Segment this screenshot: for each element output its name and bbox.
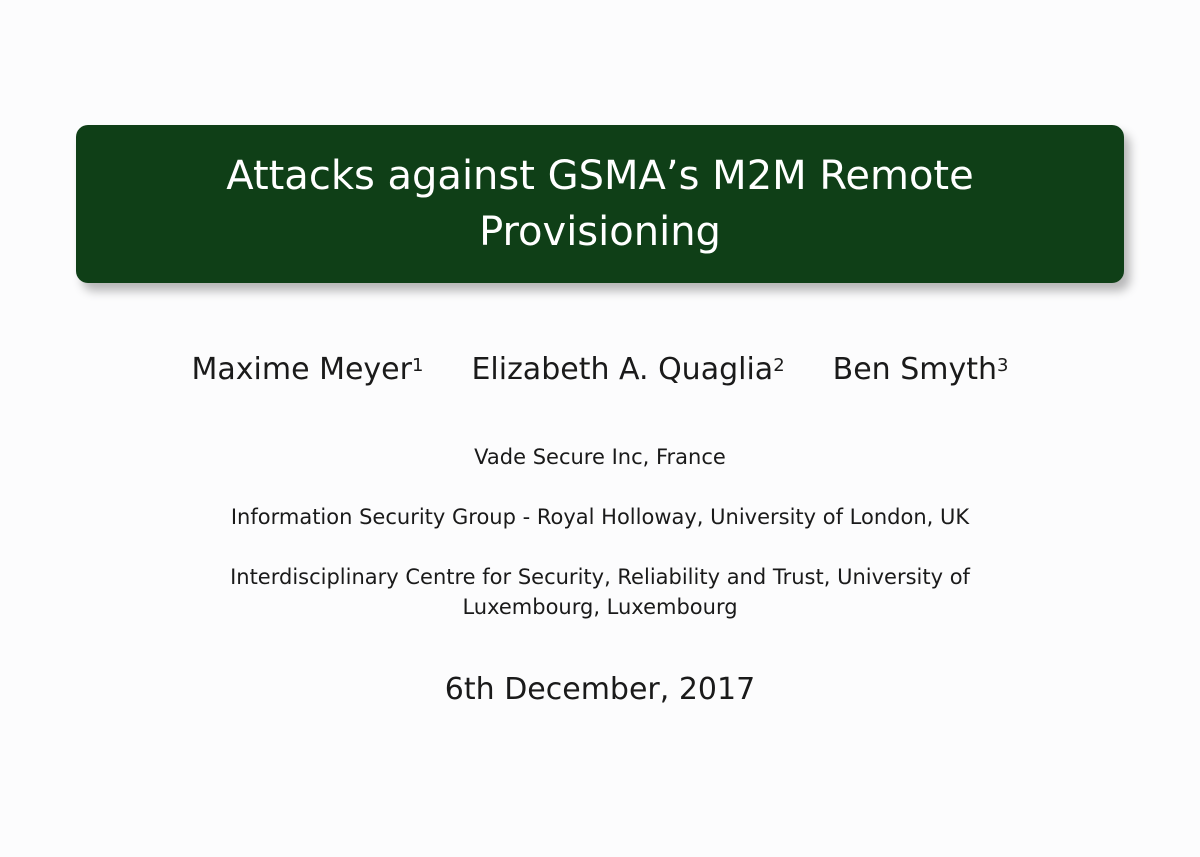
presentation-date: 6th December, 2017 — [444, 672, 756, 707]
presentation-title: Attacks against GSMA’s M2M Remote Provis… — [226, 153, 974, 255]
affiliation-1: Vade Secure Inc, France — [474, 445, 726, 469]
affiliation-2: Information Security Group - Royal Hollo… — [230, 505, 970, 529]
author-3: Ben Smyth3 — [833, 350, 1009, 390]
title-slide: Attacks against GSMA’s M2M Remote Provis… — [0, 0, 1200, 857]
author-2: Elizabeth A. Quaglia2 — [471, 350, 784, 390]
affiliation-mark: 1 — [411, 355, 424, 376]
affiliation-mark: 3 — [997, 355, 1009, 376]
title-banner: Attacks against GSMA’s M2M Remote Provis… — [76, 125, 1124, 283]
author-name: Maxime Meyer — [191, 352, 412, 387]
affiliation-mark: 2 — [773, 355, 785, 376]
affiliation-3-text: Interdisciplinary Centre for Security, R… — [230, 565, 970, 619]
author-name: Elizabeth A. Quaglia — [471, 352, 774, 387]
affiliation-3: Interdisciplinary Centre for Security, R… — [0, 562, 1200, 622]
author-name: Ben Smyth — [832, 352, 998, 387]
author-list: Maxime Meyer1 Elizabeth A. Quaglia2 Ben … — [0, 350, 1200, 390]
author-1: Maxime Meyer1 — [192, 350, 424, 390]
